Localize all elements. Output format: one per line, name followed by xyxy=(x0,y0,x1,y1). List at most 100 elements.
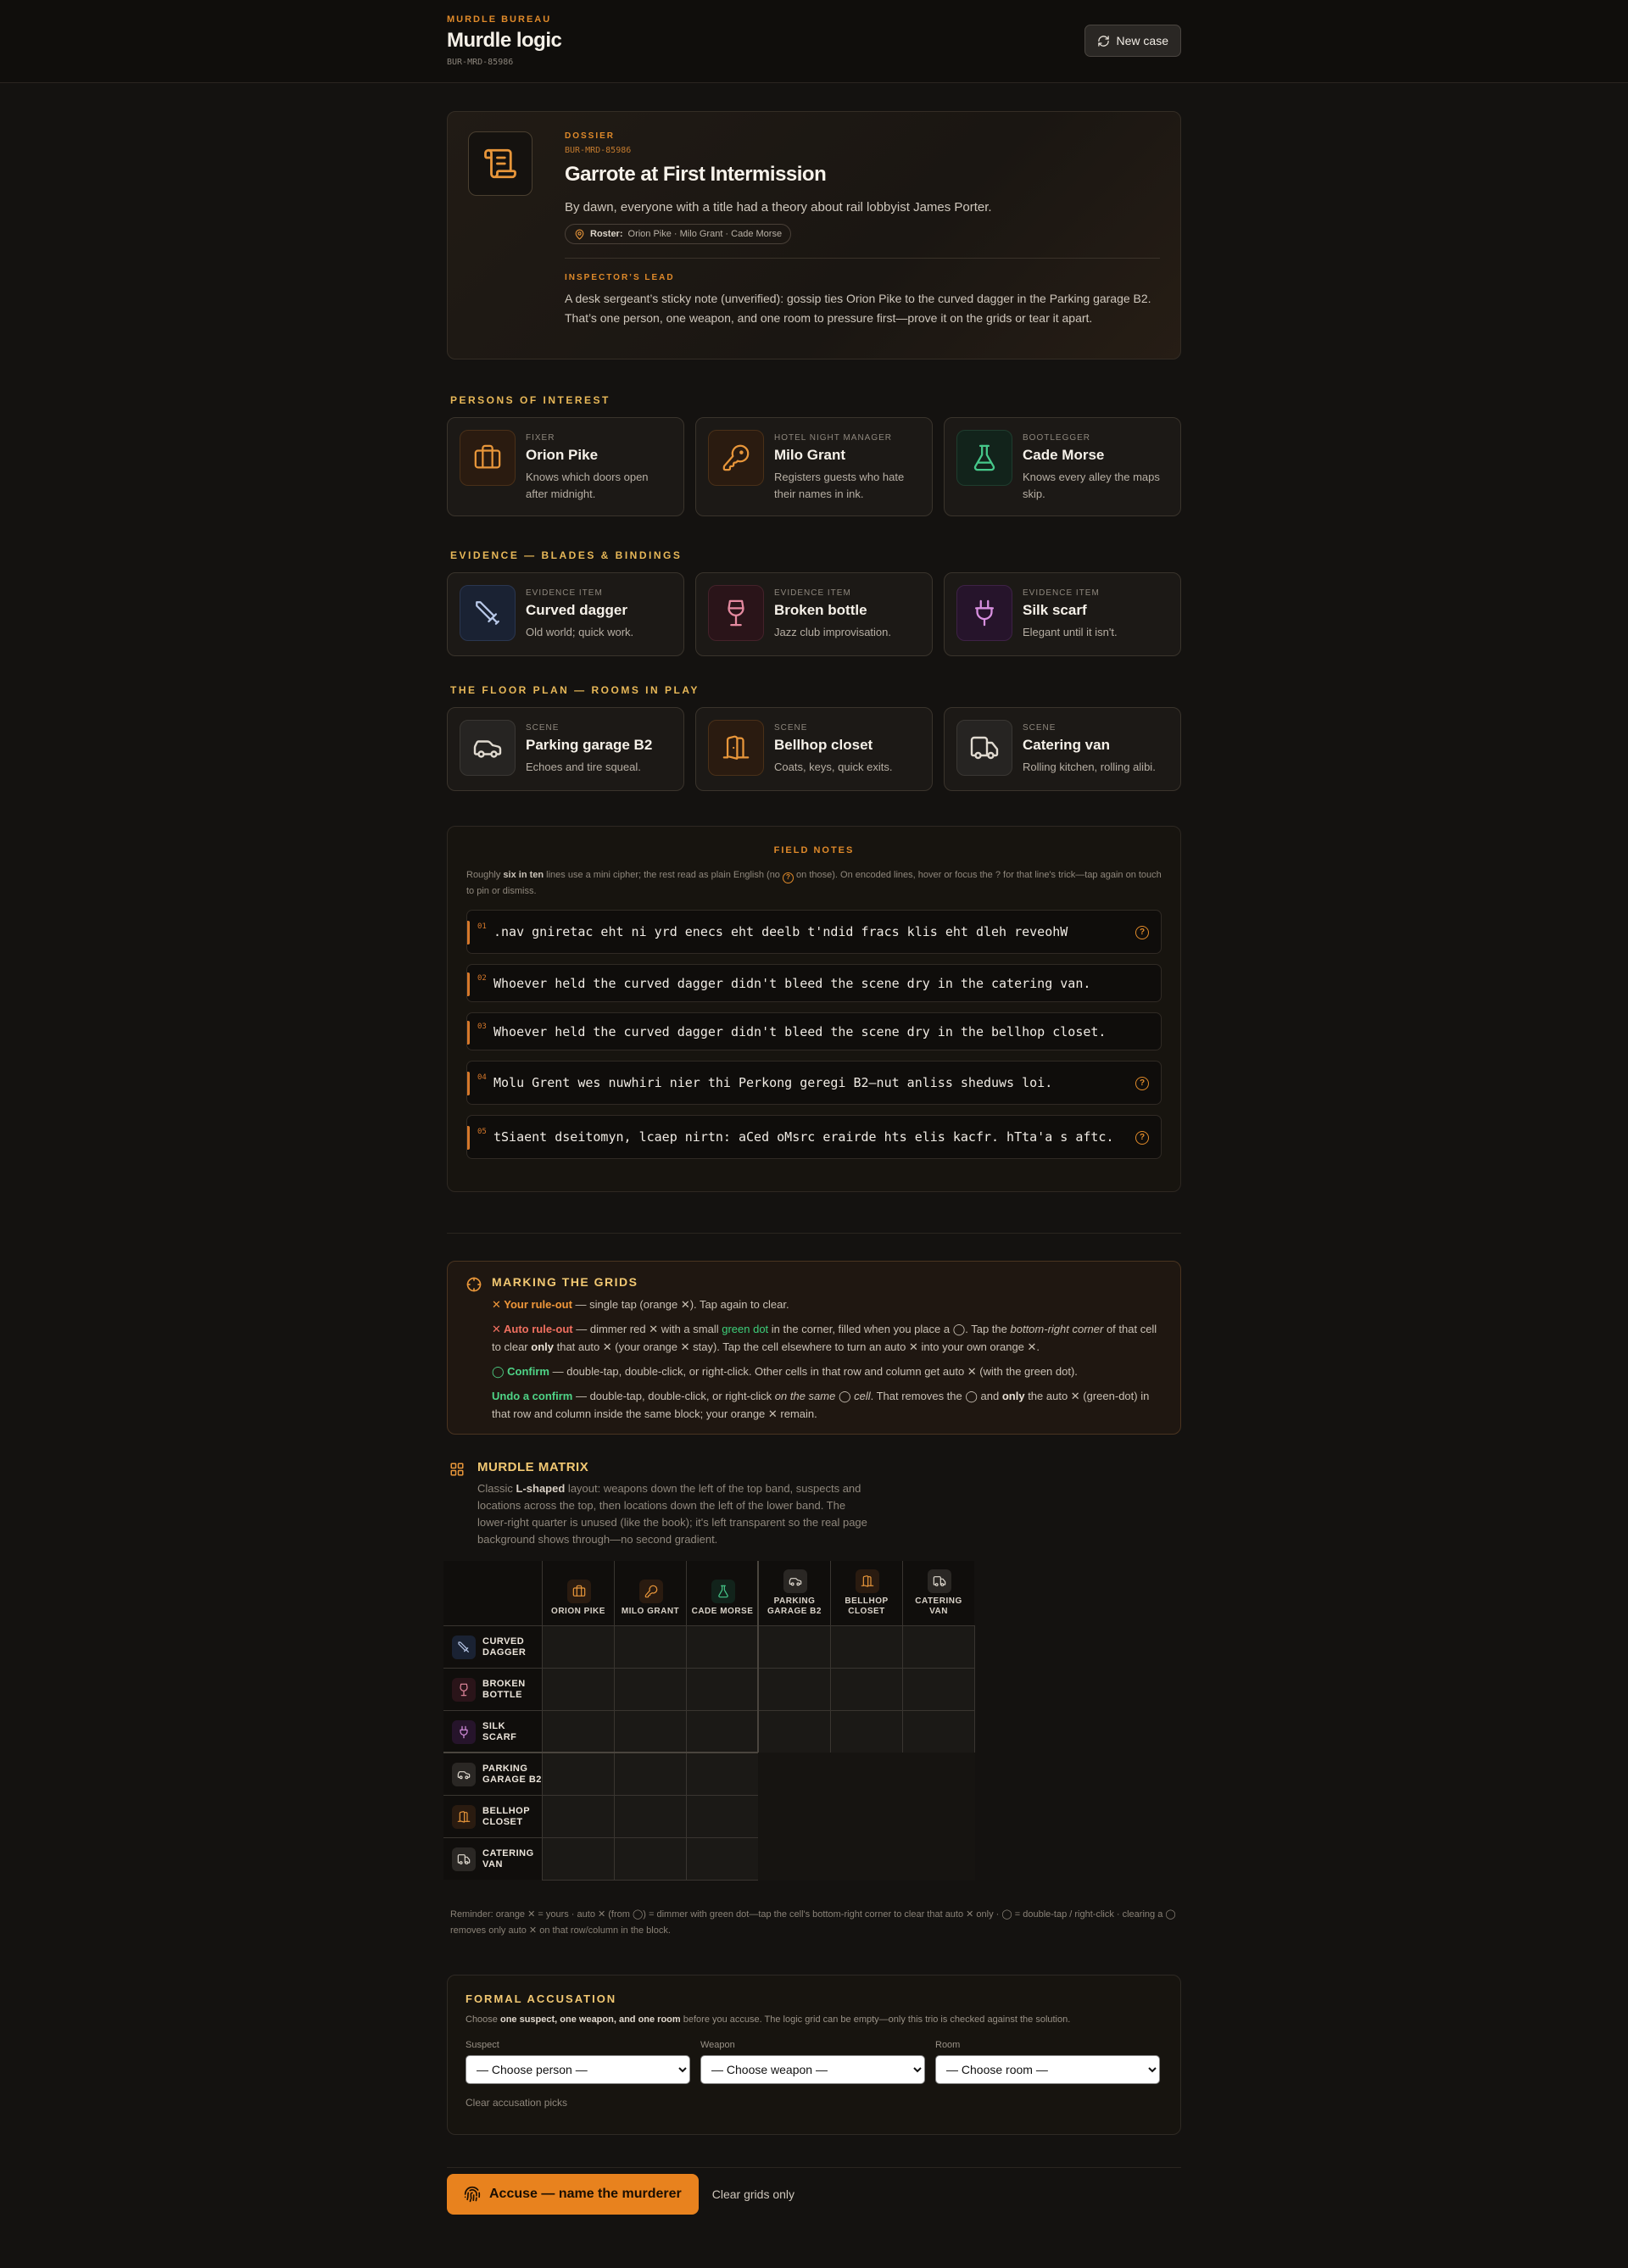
cipher-hint-icon[interactable]: ? xyxy=(1135,926,1149,939)
grid-cell[interactable] xyxy=(614,1753,687,1796)
grid-cell[interactable] xyxy=(758,1625,831,1669)
grid-cell[interactable] xyxy=(542,1625,615,1669)
grid-cell[interactable] xyxy=(758,1710,831,1753)
lead-text: A desk sergeant’s sticky note (unverifie… xyxy=(565,292,1151,325)
grid-cell[interactable] xyxy=(542,1753,615,1796)
weapon-card-broken-bottle[interactable]: EVIDENCE ITEM Broken bottle Jazz club im… xyxy=(695,572,933,656)
clue-text: Whoever held the curved dagger didn't bl… xyxy=(493,975,1091,991)
suspect-name: Orion Pike xyxy=(526,447,599,463)
intro-text: lines use a mini cipher; the rest read a… xyxy=(544,870,783,880)
grid-cell[interactable] xyxy=(686,1625,759,1669)
rule-text: . That removes the ◯ and xyxy=(870,1390,1002,1402)
clue-accent-bar xyxy=(467,1126,470,1150)
grid-cell[interactable] xyxy=(686,1710,759,1753)
grid-cell[interactable] xyxy=(614,1625,687,1669)
accuse-button[interactable]: Accuse — name the murderer xyxy=(447,2174,699,2215)
suspect-select[interactable]: — Choose person — xyxy=(466,2055,690,2084)
suspect-card-milo-grant[interactable]: HOTEL NIGHT MANAGER Milo Grant Registers… xyxy=(695,417,933,516)
grid-cell[interactable] xyxy=(830,1625,903,1669)
room-desc: Rolling kitchen, rolling alibi. xyxy=(1023,761,1156,773)
grid-row-label: CURVED DAGGER xyxy=(482,1636,527,1658)
grid-cell[interactable] xyxy=(902,1668,975,1711)
flask-icon xyxy=(711,1580,735,1603)
grid-cell[interactable] xyxy=(686,1837,759,1881)
grid-cell[interactable] xyxy=(542,1668,615,1711)
clear-accusation-link[interactable]: Clear accusation picks xyxy=(466,2097,1162,2109)
suspect-cards: FIXER Orion Pike Knows which doors open … xyxy=(447,417,1181,516)
grid-cell[interactable] xyxy=(758,1668,831,1711)
matrix-title: MURDLE MATRIX xyxy=(477,1460,589,1474)
accusation-desc: Choose one suspect, one weapon, and one … xyxy=(466,2014,1162,2025)
grid-cell[interactable] xyxy=(542,1795,615,1838)
suspect-role: HOTEL NIGHT MANAGER xyxy=(774,433,893,443)
grid-cell[interactable] xyxy=(830,1710,903,1753)
rule-green-text: green dot xyxy=(722,1323,769,1335)
grid-cell[interactable] xyxy=(614,1837,687,1881)
room-desc: Echoes and tire squeal. xyxy=(526,761,641,773)
lead-kicker: INSPECTOR’S LEAD xyxy=(565,273,675,282)
clue-line-03: 03 Whoever held the curved dagger didn't… xyxy=(466,1012,1162,1050)
room-select[interactable]: — Choose room — xyxy=(935,2055,1160,2084)
clue-accent-bar xyxy=(467,972,470,996)
clear-grids-button[interactable]: Clear grids only xyxy=(712,2187,794,2201)
rule-label: Undo a confirm xyxy=(492,1390,573,1402)
grid-cell[interactable] xyxy=(614,1668,687,1711)
room-name: Bellhop closet xyxy=(774,737,873,753)
room-card-catering-van[interactable]: SCENE Catering van Rolling kitchen, roll… xyxy=(944,707,1181,791)
weapon-name: Silk scarf xyxy=(1023,602,1087,618)
suspect-card-orion-pike[interactable]: FIXER Orion Pike Knows which doors open … xyxy=(447,417,684,516)
suspect-card-cade-morse[interactable]: BOOTLEGGER Cade Morse Knows every alley … xyxy=(944,417,1181,516)
cipher-hint-icon[interactable]: ? xyxy=(1135,1077,1149,1090)
clue-accent-bar xyxy=(467,1072,470,1095)
accusation-panel: FORMAL ACCUSATION Choose one suspect, on… xyxy=(447,1975,1181,2135)
flask-icon xyxy=(956,430,1012,486)
rule-bold: only xyxy=(531,1340,554,1353)
new-case-label: New case xyxy=(1116,34,1168,47)
clue-number: 02 xyxy=(477,974,487,983)
car-icon xyxy=(783,1569,807,1593)
grid-cell[interactable] xyxy=(830,1668,903,1711)
rule-label: ✕ Auto rule-out xyxy=(492,1323,573,1335)
weapon-card-silk-scarf[interactable]: EVIDENCE ITEM Silk scarf Elegant until i… xyxy=(944,572,1181,656)
grid-block-separator xyxy=(443,1752,758,1753)
weapon-select[interactable]: — Choose weapon — xyxy=(700,2055,925,2084)
grid-cell[interactable] xyxy=(614,1795,687,1838)
matrix-desc: Classic L-shaped layout: weapons down th… xyxy=(477,1480,876,1548)
room-card-parking-garage[interactable]: SCENE Parking garage B2 Echoes and tire … xyxy=(447,707,684,791)
key-icon xyxy=(638,1580,663,1603)
grid-cell[interactable] xyxy=(686,1753,759,1796)
door-icon xyxy=(708,720,764,776)
room-card-bellhop-closet[interactable]: SCENE Bellhop closet Coats, keys, quick … xyxy=(695,707,933,791)
rule-undo-confirm: Undo a confirm — double-tap, double-clic… xyxy=(492,1387,1163,1423)
weapon-card-curved-dagger[interactable]: EVIDENCE ITEM Curved dagger Old world; q… xyxy=(447,572,684,656)
grid-column-label: MILO GRANT xyxy=(621,1607,680,1616)
intro-text: Roughly xyxy=(466,870,504,880)
scarf-icon xyxy=(452,1720,476,1744)
suspect-role: FIXER xyxy=(526,433,555,443)
grid-cell[interactable] xyxy=(542,1837,615,1881)
grid-cell[interactable] xyxy=(614,1710,687,1753)
crosshair-icon xyxy=(466,1277,482,1292)
room-cards: SCENE Parking garage B2 Echoes and tire … xyxy=(447,707,1181,791)
marking-instructions: MARKING THE GRIDS ✕ Your rule-out — sing… xyxy=(447,1261,1181,1435)
grid-block-separator xyxy=(757,1561,759,1753)
grid-cell[interactable] xyxy=(686,1795,759,1838)
room-select-label: Room xyxy=(935,2040,961,2050)
clue-text: Molu Grent wes nuwhiri nier thi Perkong … xyxy=(493,1075,1053,1090)
desc-bold: L-shaped xyxy=(516,1482,566,1495)
key-icon xyxy=(708,430,764,486)
grid-cell[interactable] xyxy=(902,1710,975,1753)
car-icon xyxy=(452,1763,476,1786)
briefcase-icon xyxy=(460,430,516,486)
rule-your-ruleout: ✕ Your rule-out — single tap (orange ✕).… xyxy=(492,1296,1163,1313)
case-title: Garrote at First Intermission xyxy=(565,163,827,186)
grid-cell[interactable] xyxy=(686,1668,759,1711)
roster-pill: Roster: Orion Pike · Milo Grant · Cade M… xyxy=(565,224,792,244)
grid-cell[interactable] xyxy=(542,1710,615,1753)
grid-cell[interactable] xyxy=(902,1625,975,1669)
new-case-button[interactable]: New case xyxy=(1084,25,1181,57)
suspect-select-group: Suspect — Choose person — xyxy=(466,2040,690,2084)
weapon-name: Curved dagger xyxy=(526,602,627,618)
cipher-hint-icon[interactable]: ? xyxy=(1135,1131,1149,1145)
weapon-cards: EVIDENCE ITEM Curved dagger Old world; q… xyxy=(447,572,1181,656)
